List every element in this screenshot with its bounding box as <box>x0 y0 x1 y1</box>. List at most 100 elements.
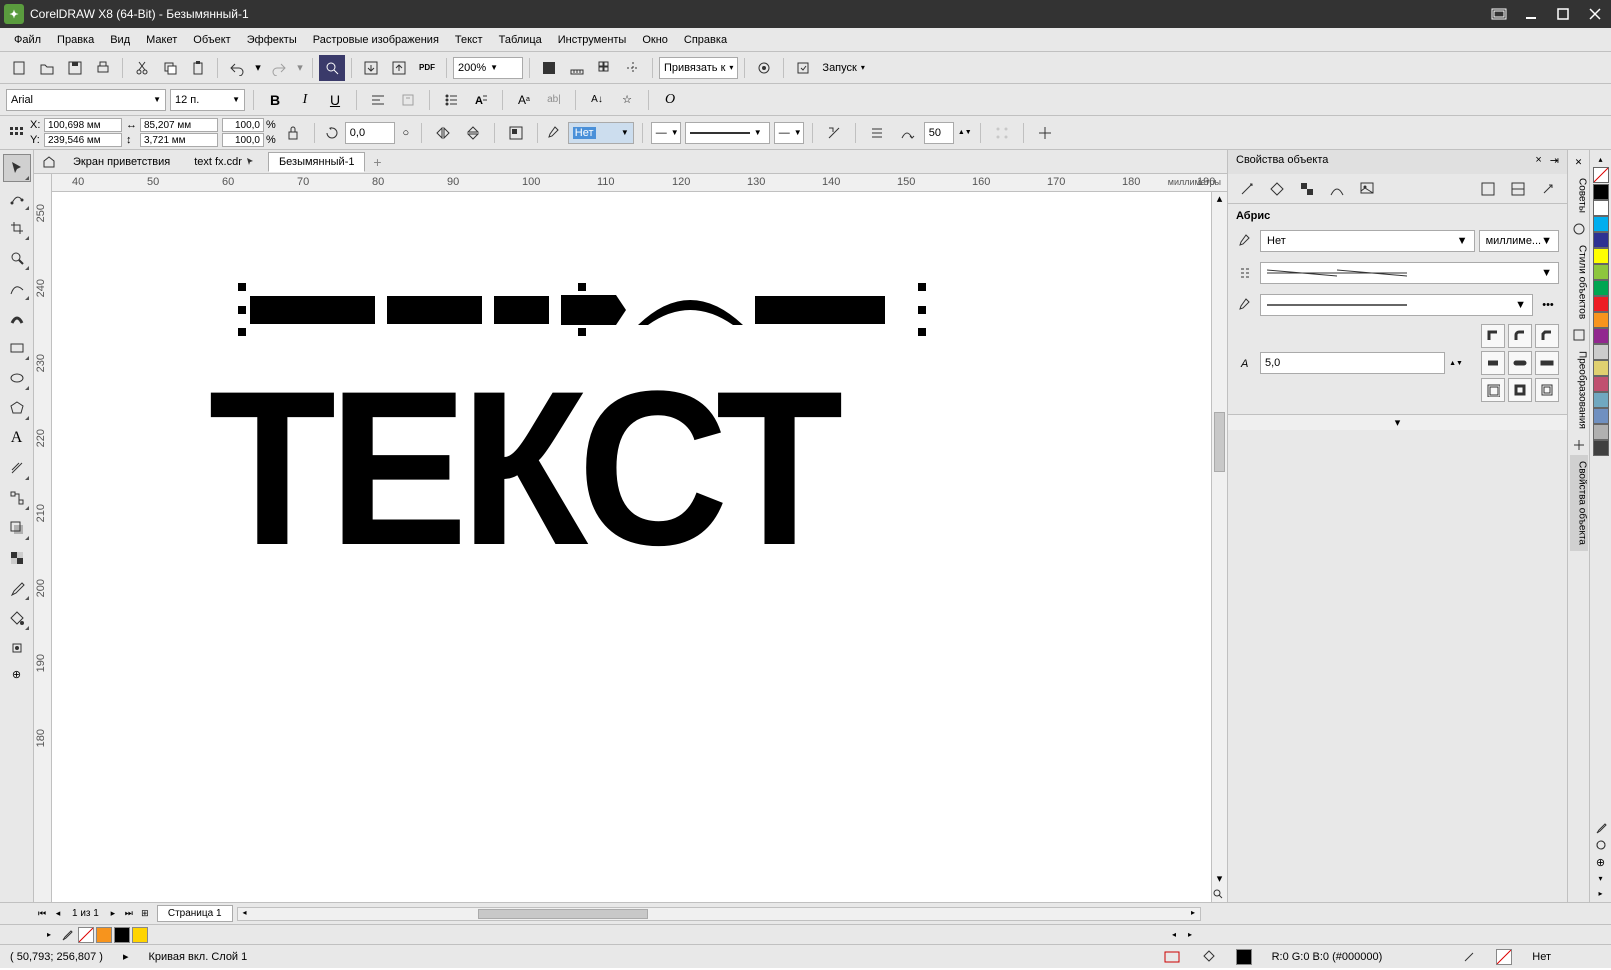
position-center[interactable] <box>1508 378 1532 402</box>
edit-text-button[interactable]: ab| <box>541 87 567 113</box>
cap-square[interactable] <box>1535 351 1559 375</box>
palette-color-4[interactable] <box>1593 248 1609 264</box>
minimize-button[interactable] <box>1519 4 1543 24</box>
mirror-v-button[interactable] <box>460 120 486 146</box>
reduce-spinner[interactable]: ▲▼ <box>958 120 972 146</box>
text-tool[interactable]: A <box>3 424 31 452</box>
docker-tab-bitmap[interactable] <box>1354 176 1380 202</box>
docker-mode-1[interactable] <box>1475 176 1501 202</box>
close-button[interactable] <box>1583 4 1607 24</box>
cut-button[interactable] <box>129 55 155 81</box>
scale-y-input[interactable] <box>222 133 264 147</box>
line-end-combo[interactable]: —▼ <box>774 122 804 144</box>
page-prev[interactable]: ◂ <box>50 906 66 922</box>
connector-tool[interactable] <box>3 484 31 512</box>
status-fill-swatch[interactable] <box>1236 949 1252 965</box>
docker-tab-fill[interactable] <box>1264 176 1290 202</box>
transparency-tool[interactable] <box>3 544 31 572</box>
side-tab-styles[interactable]: Стили объектов <box>1570 239 1588 325</box>
side-icon-1[interactable] <box>1571 221 1587 237</box>
palette-color-13[interactable] <box>1593 392 1609 408</box>
text-direction-button[interactable]: A↓ <box>584 87 610 113</box>
scroll-thumb-h[interactable] <box>478 909 648 919</box>
bold-button[interactable]: B <box>262 87 288 113</box>
ellipse-tool[interactable] <box>3 364 31 392</box>
menu-layout[interactable]: Макет <box>138 31 185 49</box>
docker-tab-transparency[interactable] <box>1294 176 1320 202</box>
select-nodes-button[interactable] <box>989 120 1015 146</box>
canvas[interactable]: × ТЕКСТ <box>52 192 1227 902</box>
scale-x-input[interactable] <box>222 118 264 132</box>
docker-tab-curve[interactable] <box>1324 176 1350 202</box>
parallel-tool[interactable] <box>3 454 31 482</box>
redo-dropdown[interactable]: ▾ <box>294 55 306 81</box>
tab-textfx[interactable]: text fx.cdr <box>183 152 266 172</box>
rotation-input[interactable] <box>345 122 395 144</box>
scroll-right[interactable]: ▸ <box>1186 908 1200 917</box>
menu-view[interactable]: Вид <box>102 31 138 49</box>
tablet-mode-icon[interactable] <box>1487 4 1511 24</box>
ruler-horizontal[interactable]: 40 50 60 70 80 90 100 110 120 130 140 15… <box>52 174 1227 192</box>
page-tab-1[interactable]: Страница 1 <box>157 905 233 922</box>
wrap-button[interactable] <box>503 120 529 146</box>
page-add[interactable]: ⊞ <box>137 906 153 922</box>
polygon-tool[interactable] <box>3 394 31 422</box>
redo-button[interactable] <box>266 55 292 81</box>
scroll-thumb-v[interactable] <box>1214 412 1225 472</box>
copy-button[interactable] <box>157 55 183 81</box>
palette-color-11[interactable] <box>1593 360 1609 376</box>
width-input[interactable] <box>140 118 218 132</box>
crop-tool[interactable] <box>3 214 31 242</box>
welcome-tab[interactable]: Экран приветствия <box>62 152 181 172</box>
options-button[interactable] <box>751 55 777 81</box>
y-position-input[interactable] <box>44 133 122 147</box>
dropcap-button[interactable]: A <box>468 87 494 113</box>
scrollbar-horizontal[interactable]: ◂ ▸ <box>237 907 1201 921</box>
snap-combo[interactable]: Привязать к▾ <box>659 57 738 79</box>
menu-file[interactable]: Файл <box>6 31 49 49</box>
artistic-media-tool[interactable] <box>3 304 31 332</box>
cap-butt[interactable] <box>1481 351 1505 375</box>
paste-button[interactable] <box>185 55 211 81</box>
fill-tool[interactable] <box>3 604 31 632</box>
more-dash-button[interactable]: ••• <box>1537 292 1559 318</box>
colorbar-right[interactable]: ▸ <box>1183 922 1197 948</box>
undo-dropdown[interactable]: ▾ <box>252 55 264 81</box>
shape-tool[interactable] <box>3 184 31 212</box>
selection-handle[interactable] <box>918 328 926 336</box>
interactive-button[interactable] <box>395 87 421 113</box>
mirror-h-button[interactable] <box>430 120 456 146</box>
smart-fill-tool[interactable] <box>3 634 31 662</box>
palette-color-7[interactable] <box>1593 296 1609 312</box>
palette-up[interactable]: ▴ <box>1593 152 1609 166</box>
tab-untitled[interactable]: Безымянный-1 <box>268 152 366 172</box>
palette-color-2[interactable] <box>1593 216 1609 232</box>
corner-bevel[interactable] <box>1535 324 1559 348</box>
size-combo[interactable]: 12 п.▼ <box>170 89 245 111</box>
side-icon-3[interactable] <box>1571 437 1587 453</box>
docker-arrow[interactable] <box>1535 176 1561 202</box>
docker-expand-bar[interactable]: ▾ <box>1228 414 1567 430</box>
scrollbar-vertical[interactable]: ▴ ▾ <box>1211 192 1227 902</box>
expand-toolbox[interactable]: ⊕ <box>3 664 31 684</box>
corner-miter[interactable] <box>1481 324 1505 348</box>
launch-icon[interactable] <box>790 55 816 81</box>
zoom-page[interactable] <box>1212 888 1227 902</box>
doc-color-2[interactable] <box>114 927 130 943</box>
colorbar-eyedrop[interactable] <box>58 922 76 948</box>
selection-handle[interactable] <box>918 283 926 291</box>
palette-color-14[interactable] <box>1593 408 1609 424</box>
line-style-combo[interactable]: ▼ <box>685 122 770 144</box>
pick-tool[interactable] <box>3 154 31 182</box>
selection-handle[interactable] <box>578 328 586 336</box>
docker-tab-outline[interactable] <box>1234 176 1260 202</box>
menu-table[interactable]: Таблица <box>491 31 550 49</box>
search-button[interactable] <box>319 55 345 81</box>
rectangle-tool[interactable] <box>3 334 31 362</box>
doc-color-3[interactable] <box>132 927 148 943</box>
scroll-left[interactable]: ◂ <box>238 908 252 917</box>
new-button[interactable] <box>6 55 32 81</box>
menu-bitmaps[interactable]: Растровые изображения <box>305 31 447 49</box>
palette-color-16[interactable] <box>1593 440 1609 456</box>
guidelines-button[interactable] <box>620 55 646 81</box>
